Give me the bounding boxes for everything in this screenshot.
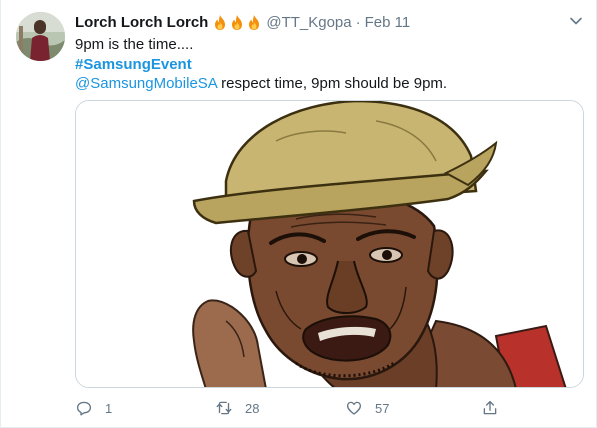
share-icon <box>483 400 497 415</box>
tweet-date[interactable]: Feb 11 <box>365 14 411 31</box>
display-name[interactable]: Lorch Lorch Lorch <box>75 14 208 31</box>
heart-icon <box>346 401 362 415</box>
retweet-icon <box>216 401 232 415</box>
avatar[interactable] <box>16 12 65 61</box>
tweet-actions: 1 28 57 <box>75 396 584 420</box>
reply-icon <box>76 401 92 416</box>
separator-dot: · <box>355 13 361 31</box>
tweet-text: 9pm is the time.... #SamsungEvent @Samsu… <box>75 35 575 94</box>
chevron-down-icon[interactable] <box>568 13 584 29</box>
hashtag-link[interactable]: #SamsungEvent <box>75 56 192 73</box>
reply-button[interactable]: 1 <box>75 396 112 420</box>
tweet-media-image[interactable] <box>75 100 584 388</box>
like-button[interactable]: 57 <box>345 396 389 420</box>
mention-link[interactable]: @SamsungMobileSA <box>75 75 217 92</box>
fire-icon <box>215 14 226 30</box>
tweet-header: Lorch Lorch Lorch @TT_Kgopa · Feb 11 <box>75 12 410 32</box>
share-button[interactable] <box>481 396 499 420</box>
tweet-card[interactable]: Lorch Lorch Lorch @TT_Kgopa · Feb 11 9pm… <box>0 0 597 428</box>
fire-icon <box>232 14 243 30</box>
tweet-text-rest: respect time, 9pm should be 9pm. <box>216 75 448 92</box>
tweet-text-line: 9pm is the time.... <box>75 36 194 53</box>
like-count: 57 <box>375 400 390 416</box>
fire-icon <box>249 14 260 30</box>
emoji-group <box>212 14 262 31</box>
retweet-button[interactable]: 28 <box>215 396 259 420</box>
reply-count: 1 <box>105 400 113 416</box>
user-handle[interactable]: @TT_Kgopa <box>266 14 351 31</box>
retweet-count: 28 <box>245 400 260 416</box>
